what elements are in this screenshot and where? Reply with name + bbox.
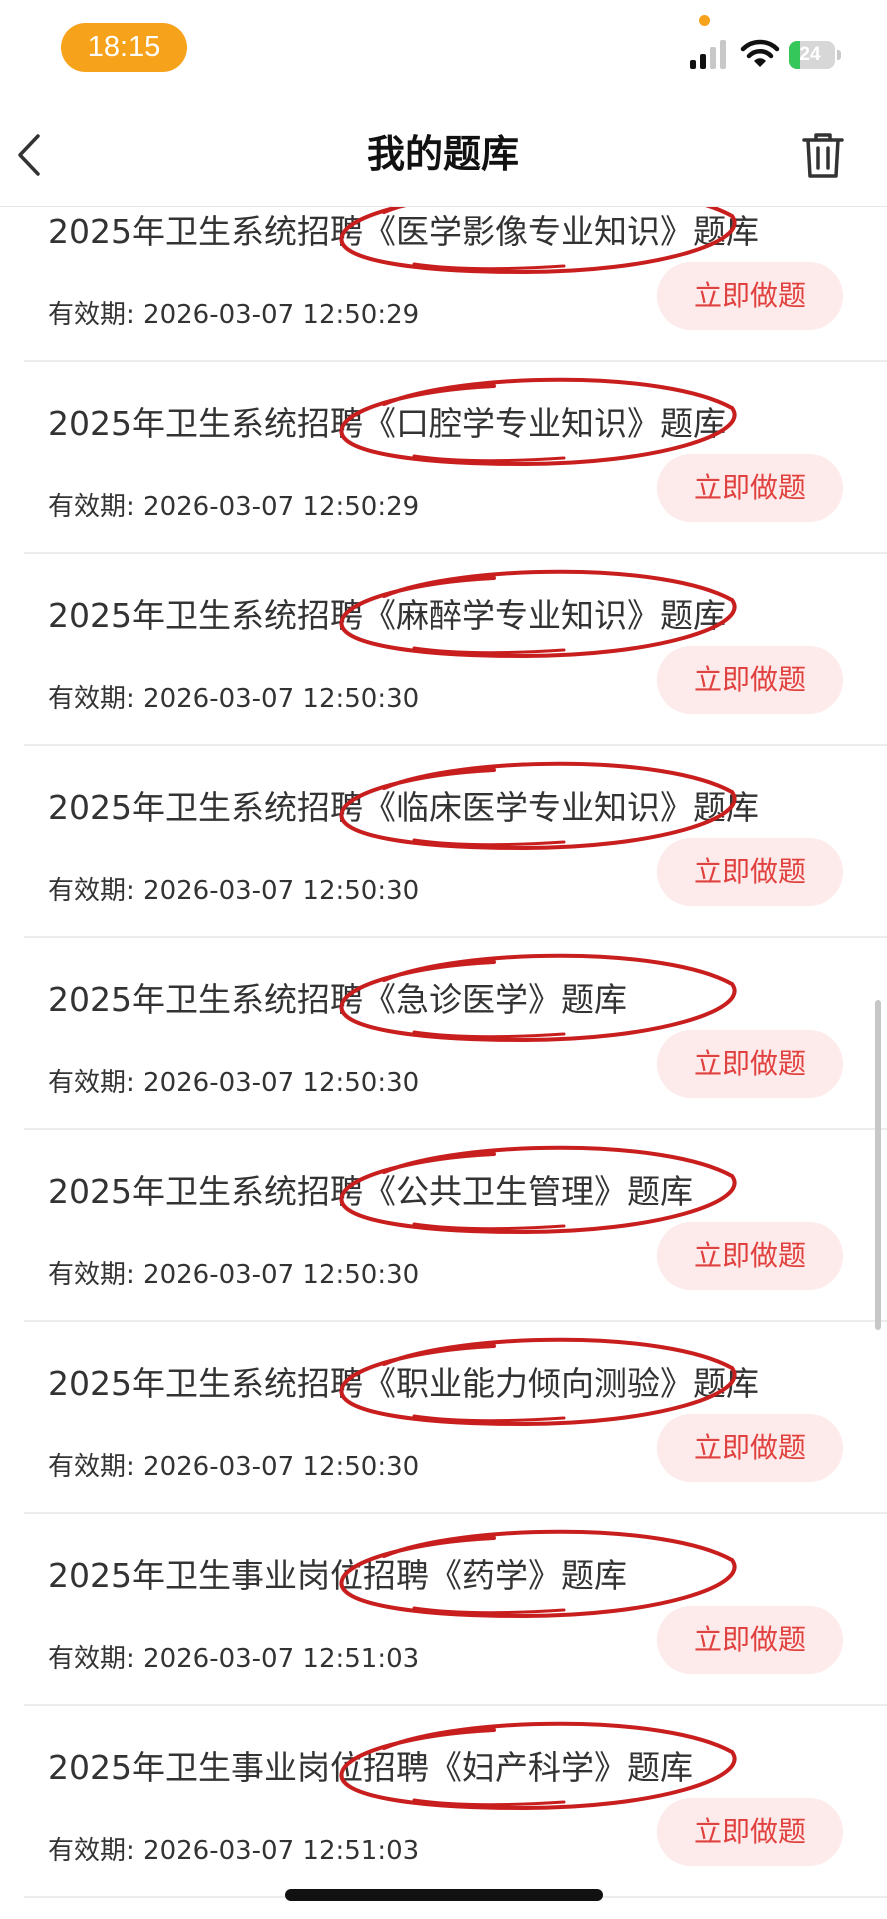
- battery-indicator: 24: [789, 41, 842, 69]
- validity-info: 有效期: 2026-03-07 12:50:30: [48, 682, 419, 716]
- list-item[interactable]: 2025年卫生事业岗位招聘《妇产科学》题库有效期: 2026-03-07 12:…: [24, 1706, 887, 1898]
- question-bank-list: 2025年卫生系统招聘《医学影像专业知识》题库有效期: 2026-03-07 1…: [0, 207, 887, 1919]
- start-practice-button[interactable]: 立即做题: [657, 1030, 843, 1098]
- status-time: 18:15: [61, 23, 187, 72]
- wifi-icon: [740, 39, 780, 67]
- scrollbar-thumb[interactable]: [875, 1000, 881, 1330]
- list-item[interactable]: 2025年卫生系统招聘《口腔学专业知识》题库有效期: 2026-03-07 12…: [24, 362, 887, 554]
- validity-date: 2026-03-07 12:50:30: [143, 1452, 420, 1482]
- cellular-signal-icon: [690, 40, 726, 69]
- start-practice-button[interactable]: 立即做题: [657, 454, 843, 522]
- question-bank-title: 2025年卫生系统招聘《公共卫生管理》题库: [48, 1172, 693, 1211]
- validity-info: 有效期: 2026-03-07 12:50:30: [48, 1066, 419, 1100]
- battery-level-text: 24: [799, 44, 821, 65]
- validity-date: 2026-03-07 12:50:30: [143, 1260, 420, 1290]
- validity-label: 有效期:: [48, 1068, 144, 1098]
- question-bank-title: 2025年卫生系统招聘《麻醉学专业知识》题库: [48, 596, 726, 635]
- chevron-left-icon[interactable]: [12, 130, 46, 180]
- question-bank-title: 2025年卫生系统招聘《职业能力倾向测验》题库: [48, 1364, 759, 1403]
- page-title: 我的题库: [366, 132, 519, 176]
- validity-date: 2026-03-07 12:50:30: [143, 876, 420, 906]
- question-bank-title: 2025年卫生系统招聘《口腔学专业知识》题库: [48, 404, 726, 443]
- question-bank-title: 2025年卫生系统招聘《急诊医学》题库: [48, 980, 627, 1019]
- trash-icon[interactable]: [800, 130, 846, 180]
- validity-date: 2026-03-07 12:51:03: [143, 1644, 420, 1674]
- validity-date: 2026-03-07 12:50:29: [143, 300, 420, 330]
- list-item[interactable]: 2025年卫生系统招聘《临床医学专业知识》题库有效期: 2026-03-07 1…: [24, 746, 887, 938]
- list-item[interactable]: 2025年卫生系统招聘《急诊医学》题库有效期: 2026-03-07 12:50…: [24, 938, 887, 1130]
- start-practice-button[interactable]: 立即做题: [657, 1222, 843, 1290]
- status-bar: 18:15 24: [0, 0, 887, 96]
- validity-info: 有效期: 2026-03-07 12:50:29: [48, 490, 419, 524]
- home-indicator[interactable]: [285, 1889, 603, 1901]
- start-practice-button[interactable]: 立即做题: [657, 838, 843, 906]
- validity-label: 有效期:: [48, 684, 144, 714]
- validity-info: 有效期: 2026-03-07 12:51:03: [48, 1642, 419, 1676]
- validity-info: 有效期: 2026-03-07 12:51:03: [48, 1834, 419, 1868]
- start-practice-button[interactable]: 立即做题: [657, 1606, 843, 1674]
- battery-body: 24: [789, 41, 835, 69]
- list-item[interactable]: 2025年卫生事业岗位招聘《药学》题库有效期: 2026-03-07 12:51…: [24, 1514, 887, 1706]
- battery-cap: [837, 50, 841, 60]
- list-item[interactable]: 2025年卫生系统招聘《医学影像专业知识》题库有效期: 2026-03-07 1…: [24, 207, 887, 362]
- validity-label: 有效期:: [48, 876, 144, 906]
- validity-label: 有效期:: [48, 1260, 144, 1290]
- validity-label: 有效期:: [48, 1644, 144, 1674]
- privacy-indicator-dot: [699, 15, 710, 26]
- validity-label: 有效期:: [48, 300, 144, 330]
- validity-date: 2026-03-07 12:51:03: [143, 1836, 420, 1866]
- validity-info: 有效期: 2026-03-07 12:50:30: [48, 1258, 419, 1292]
- validity-info: 有效期: 2026-03-07 12:50:29: [48, 298, 419, 332]
- question-bank-title: 2025年卫生系统招聘《医学影像专业知识》题库: [48, 212, 759, 251]
- question-bank-title: 2025年卫生事业岗位招聘《药学》题库: [48, 1556, 627, 1595]
- validity-date: 2026-03-07 12:50:29: [143, 492, 420, 522]
- validity-label: 有效期:: [48, 492, 144, 522]
- validity-label: 有效期:: [48, 1836, 144, 1866]
- validity-label: 有效期:: [48, 1452, 144, 1482]
- app-screen: 18:15 24 我的题库 2025年卫生系统招聘《医学影像专业知识》题库 有效…: [0, 0, 887, 1919]
- validity-info: 有效期: 2026-03-07 12:50:30: [48, 1450, 419, 1484]
- validity-info: 有效期: 2026-03-07 12:50:30: [48, 874, 419, 908]
- list-item[interactable]: 2025年卫生系统招聘《麻醉学专业知识》题库有效期: 2026-03-07 12…: [24, 554, 887, 746]
- start-practice-button[interactable]: 立即做题: [657, 1414, 843, 1482]
- list-item[interactable]: 2025年卫生系统招聘《职业能力倾向测验》题库有效期: 2026-03-07 1…: [24, 1322, 887, 1514]
- validity-date: 2026-03-07 12:50:30: [143, 684, 420, 714]
- question-bank-title: 2025年卫生事业岗位招聘《妇产科学》题库: [48, 1748, 693, 1787]
- start-practice-button[interactable]: 立即做题: [657, 1798, 843, 1866]
- start-practice-button[interactable]: 立即做题: [657, 262, 843, 330]
- validity-date: 2026-03-07 12:50:30: [143, 1068, 420, 1098]
- question-bank-title: 2025年卫生系统招聘《临床医学专业知识》题库: [48, 788, 759, 827]
- start-practice-button[interactable]: 立即做题: [657, 646, 843, 714]
- nav-bar: 我的题库: [0, 96, 887, 207]
- list-item[interactable]: 2025年卫生系统招聘《公共卫生管理》题库有效期: 2026-03-07 12:…: [24, 1130, 887, 1322]
